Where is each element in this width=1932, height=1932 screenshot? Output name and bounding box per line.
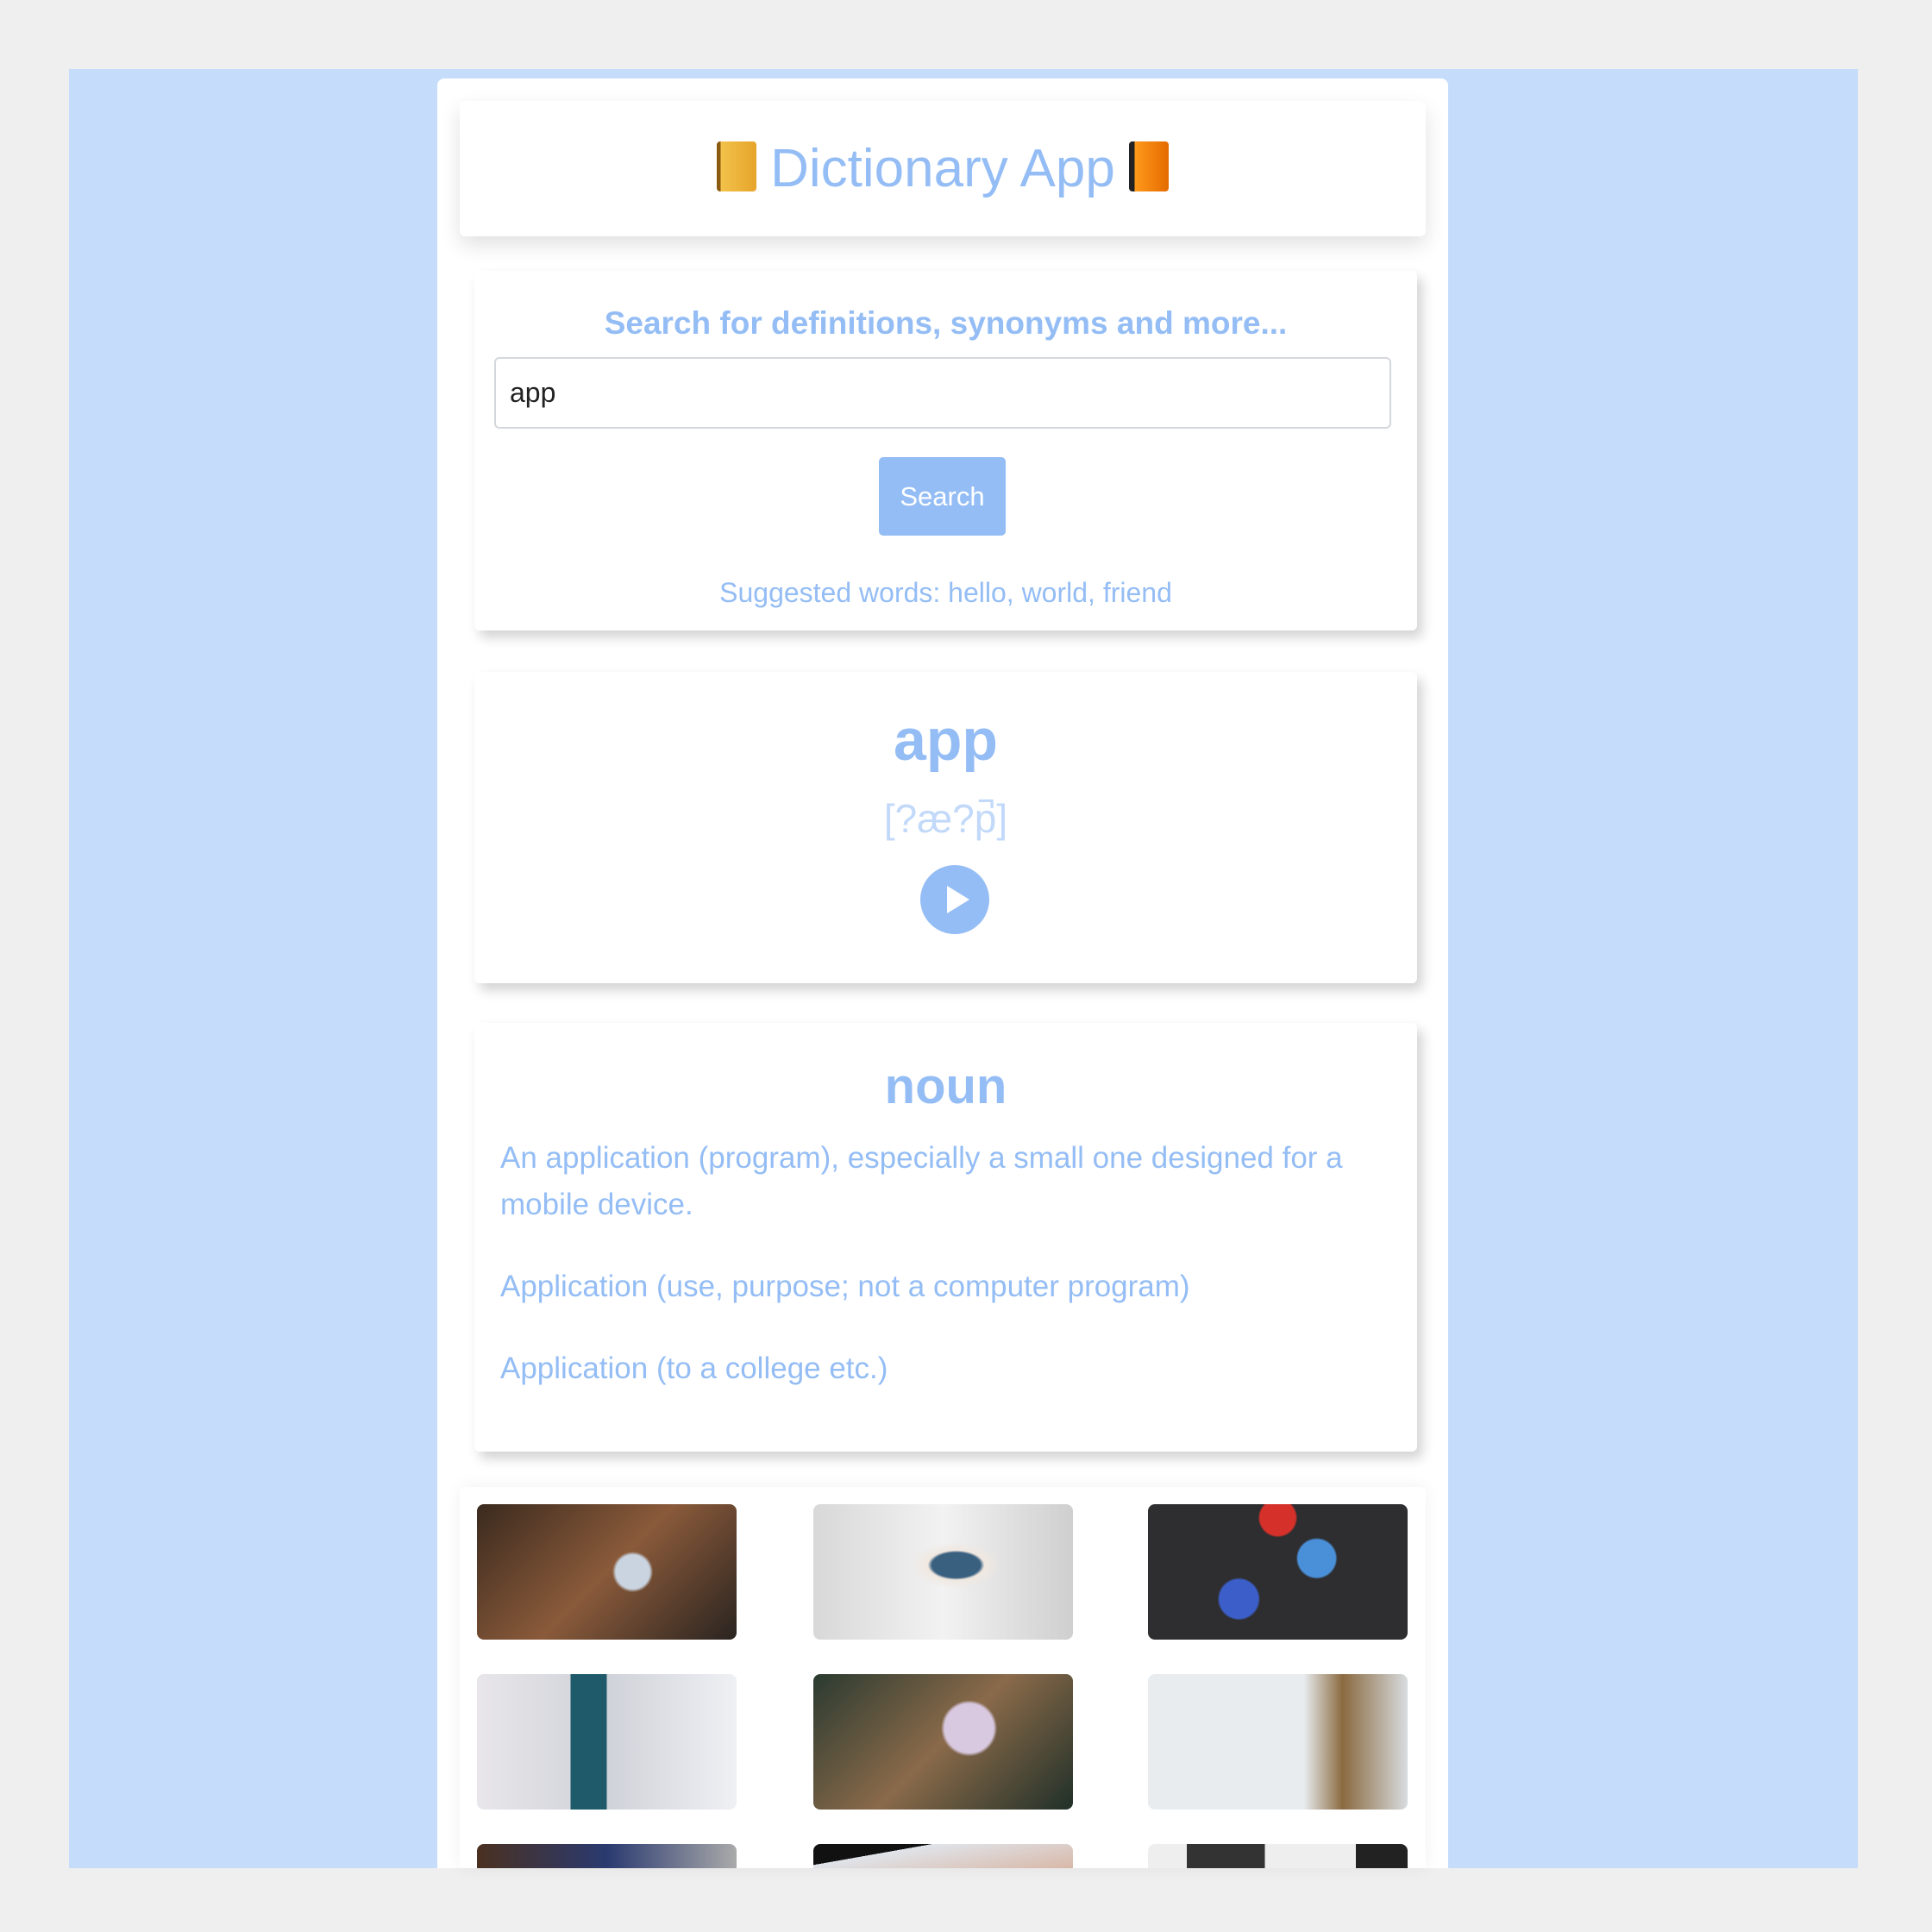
play-icon[interactable] (920, 865, 989, 934)
search-card: Search for definitions, synonyms and mor… (474, 271, 1417, 630)
phonetic: [?æ?p̚] (883, 796, 1008, 841)
part-of-speech: noun (884, 1058, 1007, 1114)
definition: Application (use, purpose; not a compute… (500, 1270, 1190, 1303)
gallery-image[interactable] (1148, 1674, 1408, 1810)
header-card: Dictionary App (460, 101, 1426, 236)
gallery-image[interactable] (1148, 1504, 1408, 1640)
gallery-image[interactable] (813, 1504, 1073, 1640)
search-button[interactable]: Search (879, 457, 1006, 536)
app-container: Dictionary App Search for definitions, s… (437, 78, 1448, 1868)
search-input[interactable] (494, 357, 1391, 429)
meaning-card: noun An application (program), especiall… (474, 1023, 1417, 1452)
image-gallery (460, 1487, 1426, 1868)
title-text: Dictionary App (770, 139, 1115, 198)
page-background: Dictionary App Search for definitions, s… (69, 69, 1858, 1868)
suggested-words: Suggested words: hello, world, friend (719, 577, 1172, 608)
word-card: app [?æ?p̚] (474, 672, 1417, 983)
orange-book-icon (1128, 141, 1169, 191)
search-subtitle: Search for definitions, synonyms and mor… (604, 305, 1288, 341)
definition: Application (to a college etc.) (500, 1352, 888, 1385)
app-title: Dictionary App (460, 101, 1426, 236)
gallery-image[interactable] (813, 1674, 1073, 1810)
gallery-image[interactable] (813, 1844, 1073, 1868)
definition: An application (program), especially a s… (500, 1141, 1343, 1221)
notebook-icon (717, 141, 757, 191)
gallery-image[interactable] (477, 1674, 737, 1810)
gallery-image[interactable] (477, 1844, 737, 1868)
word-heading: app (894, 707, 998, 773)
gallery-image[interactable] (477, 1504, 737, 1640)
gallery-image[interactable] (1148, 1844, 1408, 1868)
